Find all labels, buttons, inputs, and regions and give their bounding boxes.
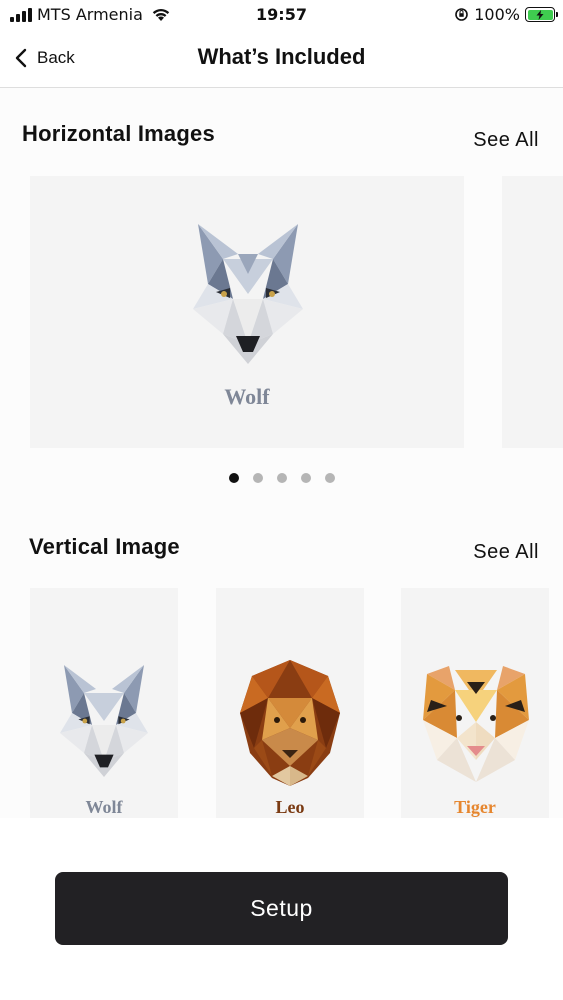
vertical-image-card-wolf[interactable]: Wolf (30, 588, 178, 818)
wolf-image (60, 665, 148, 777)
horizontal-image-card-wolf[interactable]: Wolf (30, 176, 464, 448)
horizontal-see-all-button[interactable]: See All (473, 129, 539, 152)
page-dot[interactable] (228, 473, 239, 483)
page-title: What’s Included (197, 44, 366, 69)
wolf-label: Wolf (224, 384, 270, 409)
navigation-bar: Back What’s Included (0, 30, 563, 88)
vertical-image-card-leo[interactable]: Leo (216, 588, 364, 818)
vertical-image-card-tiger[interactable]: Tiger (401, 588, 549, 818)
vertical-card-label: Wolf (85, 797, 123, 817)
page-dot[interactable] (252, 473, 263, 483)
wolf-image (193, 224, 303, 364)
vertical-see-all-button[interactable]: See All (473, 541, 539, 564)
content-area: Horizontal Images See All Wolf Vertical … (0, 88, 563, 1000)
orientation-lock-icon (455, 8, 469, 21)
status-right: 100% (454, 5, 558, 24)
horizontal-image-card-next[interactable] (502, 176, 563, 448)
page-dot[interactable] (300, 473, 311, 483)
horizontal-section-title: Horizontal Images (22, 121, 215, 146)
vertical-card-label: Leo (275, 797, 305, 817)
charging-bolt-icon (536, 9, 544, 20)
page-dot[interactable] (324, 473, 335, 483)
lion-image (240, 660, 340, 786)
status-bar: MTS Armenia 19:57 100% (0, 0, 563, 30)
battery-icon (525, 7, 558, 22)
page-indicator[interactable] (0, 473, 563, 483)
setup-button[interactable]: Setup (55, 872, 508, 945)
vertical-section-title: Vertical Image (29, 534, 180, 559)
vertical-card-label: Tiger (454, 797, 496, 817)
page-dot[interactable] (276, 473, 287, 483)
battery-percent: 100% (474, 5, 520, 24)
tiger-image (423, 666, 529, 782)
horizontal-card-label: Wolf (30, 384, 464, 410)
